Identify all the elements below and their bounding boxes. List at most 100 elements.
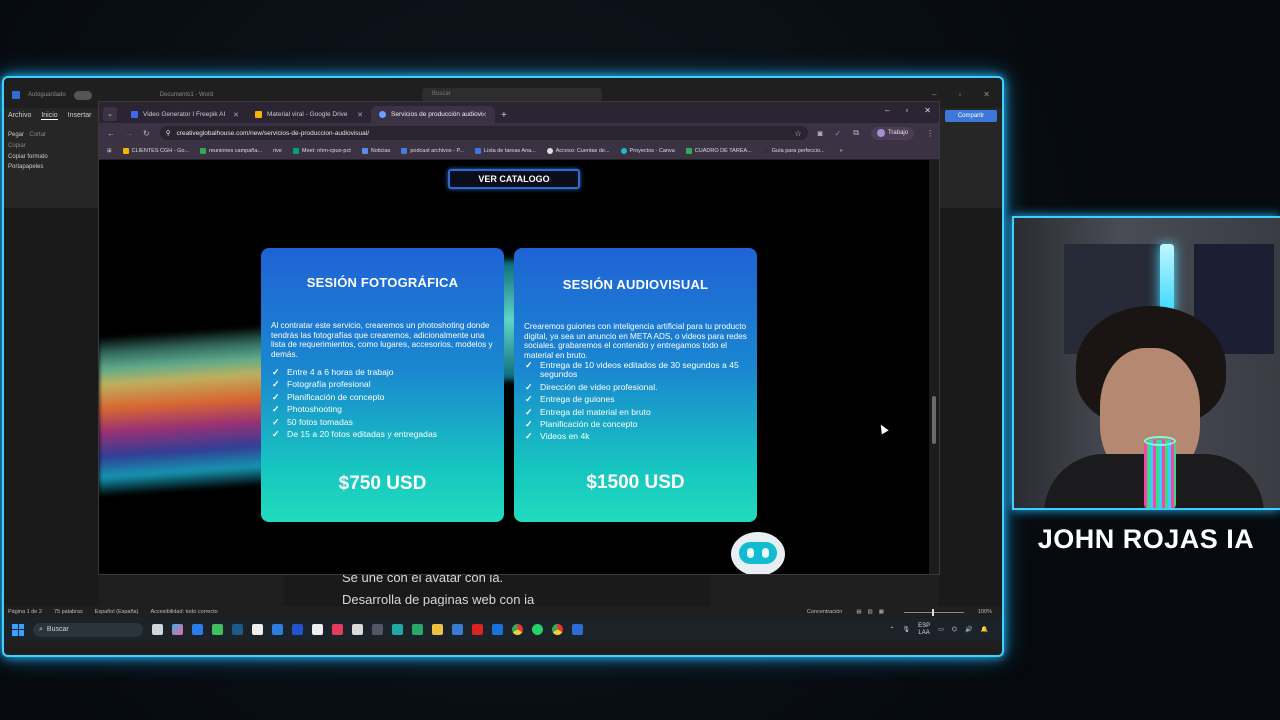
tab-search-icon[interactable]: ⌄	[103, 107, 117, 121]
menu-icon[interactable]: ⋮	[926, 129, 934, 138]
security-icon[interactable]	[412, 624, 423, 635]
windows-start-icon[interactable]	[12, 623, 24, 636]
streamer-name: JOHN ROJAS IA	[1037, 524, 1255, 554]
taskbar-search[interactable]: ⌕ Buscar	[33, 622, 143, 637]
word-document-body[interactable]: Se une con el avatar con ia. Desarrolla …	[284, 570, 710, 610]
app-icon[interactable]	[272, 624, 283, 635]
feature-text: Entre 4 a 6 horas de trabajo	[287, 367, 394, 377]
feature-list: ✓ Entrega de 10 videos editados de 30 seg…	[525, 360, 753, 445]
browser-tab[interactable]: Material viral - Google Drive ✕	[247, 106, 371, 123]
capcut-icon[interactable]	[312, 624, 323, 635]
minimize-icon[interactable]: –	[932, 90, 936, 99]
page-scrollbar[interactable]	[929, 160, 939, 574]
zoom-level[interactable]: 100%	[978, 609, 992, 615]
bookmark-item[interactable]: rive	[273, 148, 282, 154]
new-tab-button[interactable]: +	[495, 110, 513, 123]
copy-button[interactable]: Copiar	[8, 143, 26, 149]
camera-extension-icon[interactable]: ◙	[818, 129, 823, 138]
extension-icon[interactable]: ✓	[835, 129, 842, 138]
check-icon: ✓	[525, 406, 533, 417]
autosave-toggle[interactable]	[73, 90, 92, 100]
ver-catalogo-button[interactable]: VER CATALOGO	[448, 169, 580, 189]
tab-inicio[interactable]: Inicio	[41, 112, 58, 120]
tab-insertar[interactable]: Insertar	[68, 112, 92, 120]
language-status[interactable]: Español (España)	[95, 609, 139, 615]
accessibility-status[interactable]: Accesibilidad: todo correcto	[150, 609, 217, 615]
chrome-icon[interactable]	[512, 624, 523, 635]
browser-tab-active[interactable]: Servicios de producción audiovi ✕	[371, 106, 495, 123]
puzzle-icon[interactable]: ⧉	[853, 128, 859, 138]
focus-mode-button[interactable]: Concentración	[807, 609, 842, 615]
chatgpt-icon[interactable]	[352, 624, 363, 635]
network-icon[interactable]: ⌬	[952, 626, 957, 633]
maximize-icon[interactable]: ▫	[905, 106, 908, 115]
maximize-icon[interactable]: ▫	[958, 90, 961, 99]
reload-icon[interactable]: ↻	[143, 129, 150, 138]
vscode-icon[interactable]	[452, 624, 463, 635]
whatsapp-icon[interactable]	[532, 624, 543, 635]
volume-icon[interactable]: 🔊	[965, 626, 972, 633]
close-tab-icon[interactable]: ✕	[481, 111, 487, 119]
bookmark-item[interactable]: CLIENTES CGH - Go...	[122, 148, 189, 154]
store-icon[interactable]	[192, 624, 203, 635]
steam-icon[interactable]	[232, 624, 243, 635]
close-tab-icon[interactable]: ✕	[233, 111, 239, 119]
close-tab-icon[interactable]: ✕	[357, 111, 363, 119]
site-info-icon[interactable]: ⚲	[166, 129, 171, 137]
grid-app-icon[interactable]	[372, 624, 383, 635]
bookmark-item[interactable]: Guía para perfeccio...	[762, 148, 825, 154]
bookmark-label: podcast archivos - P...	[410, 148, 465, 154]
share-button[interactable]: Compartir	[945, 110, 997, 122]
forward-icon[interactable]: →	[125, 129, 133, 138]
bookmark-item[interactable]: Meet: nhm-cpuo-pct	[292, 148, 351, 154]
lang-top: ESP	[918, 622, 931, 629]
display-icon[interactable]: ▭	[938, 626, 944, 633]
bookmark-item[interactable]: Acceso: Cuentas de...	[546, 148, 610, 154]
bookmark-item[interactable]: Lista de tareas Ana...	[475, 148, 536, 154]
bookmark-item[interactable]: reuniones campaña...	[200, 148, 262, 154]
apps-grid-icon[interactable]: ⊞	[107, 148, 112, 154]
address-bar[interactable]: ⚲ creativeglobalhouse.com/new/servicios-…	[159, 126, 808, 140]
zoom-slider[interactable]	[903, 608, 964, 616]
microphone-icon[interactable]: 🎙	[902, 626, 910, 633]
playstation-icon[interactable]	[292, 624, 303, 635]
word-count[interactable]: 75 palabras	[54, 609, 83, 615]
bookmark-item[interactable]: podcast archivos - P...	[401, 148, 464, 154]
bookmark-item[interactable]: Noticias	[361, 148, 390, 154]
folder-icon[interactable]	[432, 624, 443, 635]
tab-archivo[interactable]: Archivo	[8, 112, 31, 120]
bookmark-item[interactable]: CUADRO DE TAREA...	[685, 148, 752, 154]
back-icon[interactable]: ←	[107, 129, 115, 138]
tiktok-icon[interactable]	[332, 624, 343, 635]
chevron-up-icon[interactable]: ⌃	[889, 626, 894, 633]
paste-button[interactable]: Pegar	[8, 132, 24, 138]
minimize-icon[interactable]: –	[885, 106, 889, 115]
close-icon[interactable]: ✕	[983, 90, 990, 99]
page-count[interactable]: Página 1 de 2	[8, 609, 42, 615]
bookmark-favicon-icon	[620, 148, 627, 154]
bookmark-item[interactable]: Proyectos - Canva	[620, 148, 675, 154]
language-indicator[interactable]: ESP LAA	[918, 623, 930, 636]
profile-button[interactable]: Trabajo	[870, 126, 915, 140]
edge-icon[interactable]	[392, 624, 403, 635]
task-view-icon[interactable]	[152, 624, 163, 635]
media-player-icon[interactable]	[212, 624, 223, 635]
word-search-input[interactable]: Buscar	[422, 88, 602, 102]
browser-tab[interactable]: Video Generator I Freepik AI ✕	[123, 106, 247, 123]
view-icons[interactable]: ▤▥▦	[856, 609, 890, 615]
app-blue-icon[interactable]	[492, 624, 503, 635]
epic-games-icon[interactable]	[252, 624, 263, 635]
app-red-icon[interactable]	[472, 624, 483, 635]
notification-icon[interactable]: 🔔	[981, 626, 988, 633]
chat-bot-icon[interactable]	[731, 532, 785, 574]
cut-button[interactable]: Cortar	[29, 132, 46, 138]
close-icon[interactable]: ✕	[924, 106, 931, 115]
more-bookmarks-icon[interactable]: »	[840, 148, 843, 154]
check-icon: ✓	[272, 404, 280, 415]
copilot-icon[interactable]	[172, 624, 183, 635]
scrollbar-thumb[interactable]	[932, 396, 936, 444]
format-painter-button[interactable]: Copiar formato	[8, 154, 48, 160]
bookmark-star-icon[interactable]: ☆	[795, 129, 802, 138]
word-icon[interactable]	[572, 624, 583, 635]
chrome-profile-icon[interactable]	[552, 624, 563, 635]
